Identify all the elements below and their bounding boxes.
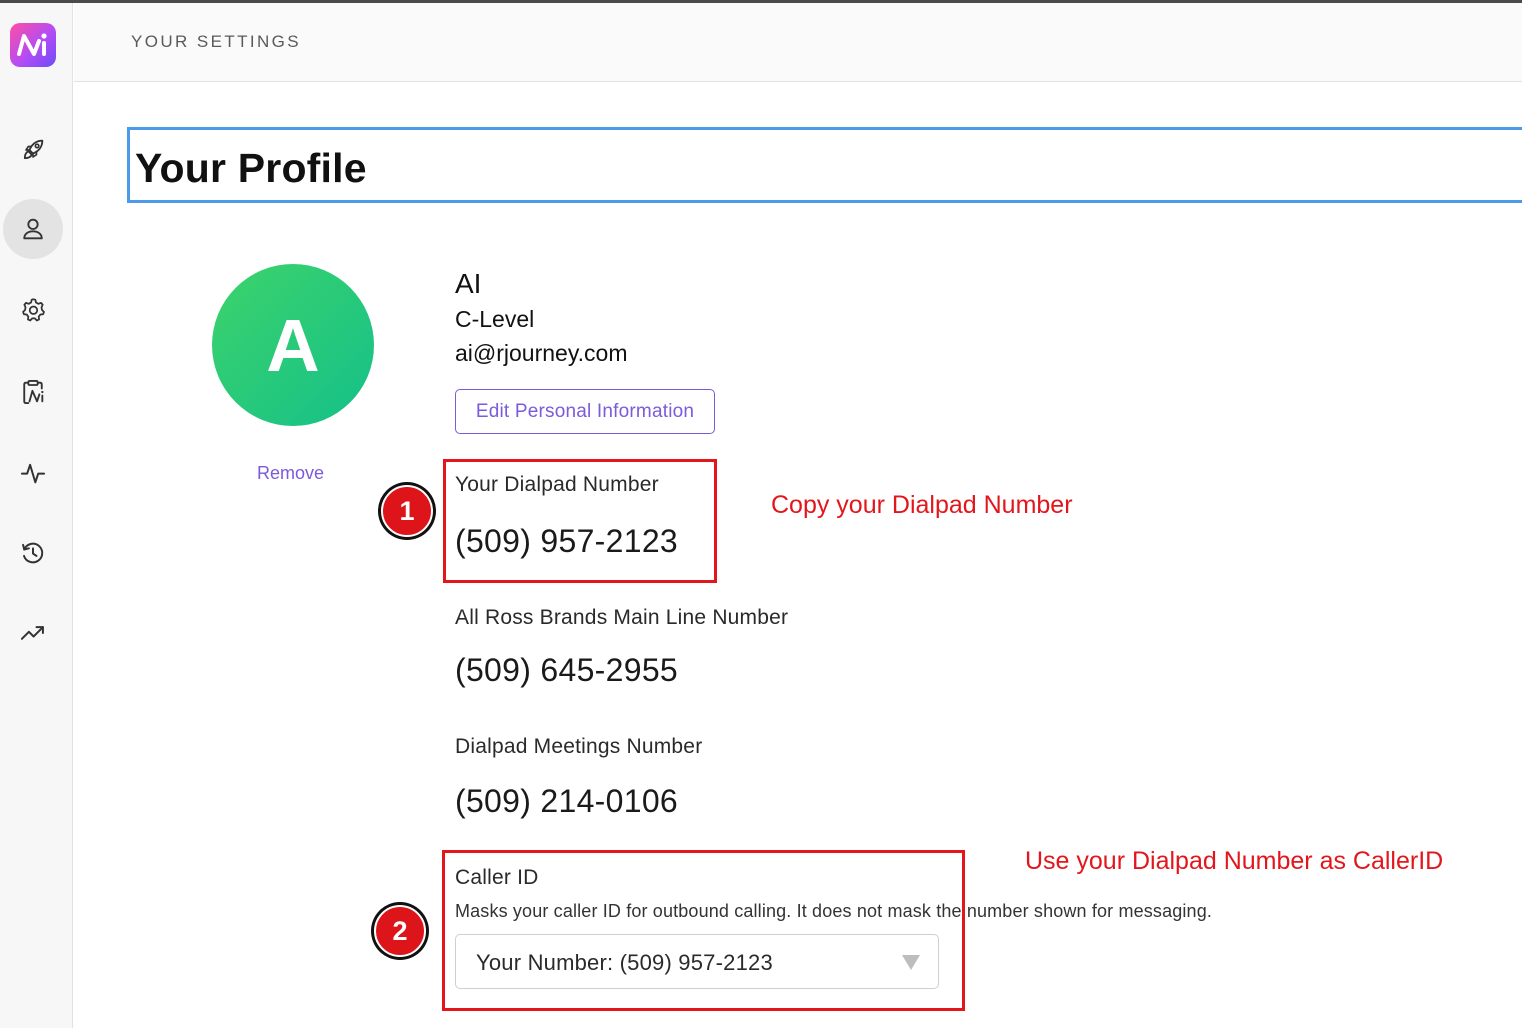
avatar[interactable]: A [212,264,374,426]
sidebar-item-history[interactable] [3,523,63,583]
clipboard-icon [23,379,44,405]
sidebar-item-profile[interactable] [3,199,63,259]
user-role: C-Level [455,306,535,332]
sidebar [0,3,73,1028]
dialpad-number-value: (509) 957-2123 [455,523,679,559]
user-icon [23,218,43,240]
activity-icon [20,463,46,484]
sidebar-item-getting-started[interactable] [3,120,63,180]
app-logo[interactable] [10,23,56,67]
user-email: ai@rjourney.com [455,340,628,366]
annotation-box-caller-id [442,850,965,1011]
annotation-use-caller-id: Use your Dialpad Number as CallerID [1025,847,1444,875]
edit-personal-information-button[interactable]: Edit Personal Information [455,389,715,434]
sidebar-item-settings[interactable] [3,280,63,340]
trending-icon [20,626,44,640]
annotation-copy-dialpad: Copy your Dialpad Number [771,491,1073,519]
user-name: AI [455,268,482,299]
remove-avatar-link[interactable]: Remove [257,463,324,484]
history-icon [22,542,44,564]
meetings-number-label: Dialpad Meetings Number [455,735,703,758]
dialpad-number-label: Your Dialpad Number [455,473,659,496]
sidebar-item-analytics[interactable] [3,603,63,663]
step-2-badge: 2 [371,902,429,960]
page-title: Your Profile [135,145,367,191]
meetings-number-value: (509) 214-0106 [455,783,679,819]
main-line-number-value: (509) 645-2955 [455,652,679,688]
main-line-number-label: All Ross Brands Main Line Number [455,606,789,629]
page-header: YOUR SETTINGS [74,3,1522,82]
sidebar-item-activity[interactable] [3,443,63,503]
step-1-badge: 1 [378,482,436,540]
avatar-letter: A [266,303,320,387]
rocket-icon [23,139,44,160]
header-title: YOUR SETTINGS [131,32,302,51]
gear-icon [22,298,45,322]
page-title-box: Your Profile [127,127,1522,203]
app-logo-icon [17,33,47,56]
sidebar-item-clipboard[interactable] [3,362,63,422]
